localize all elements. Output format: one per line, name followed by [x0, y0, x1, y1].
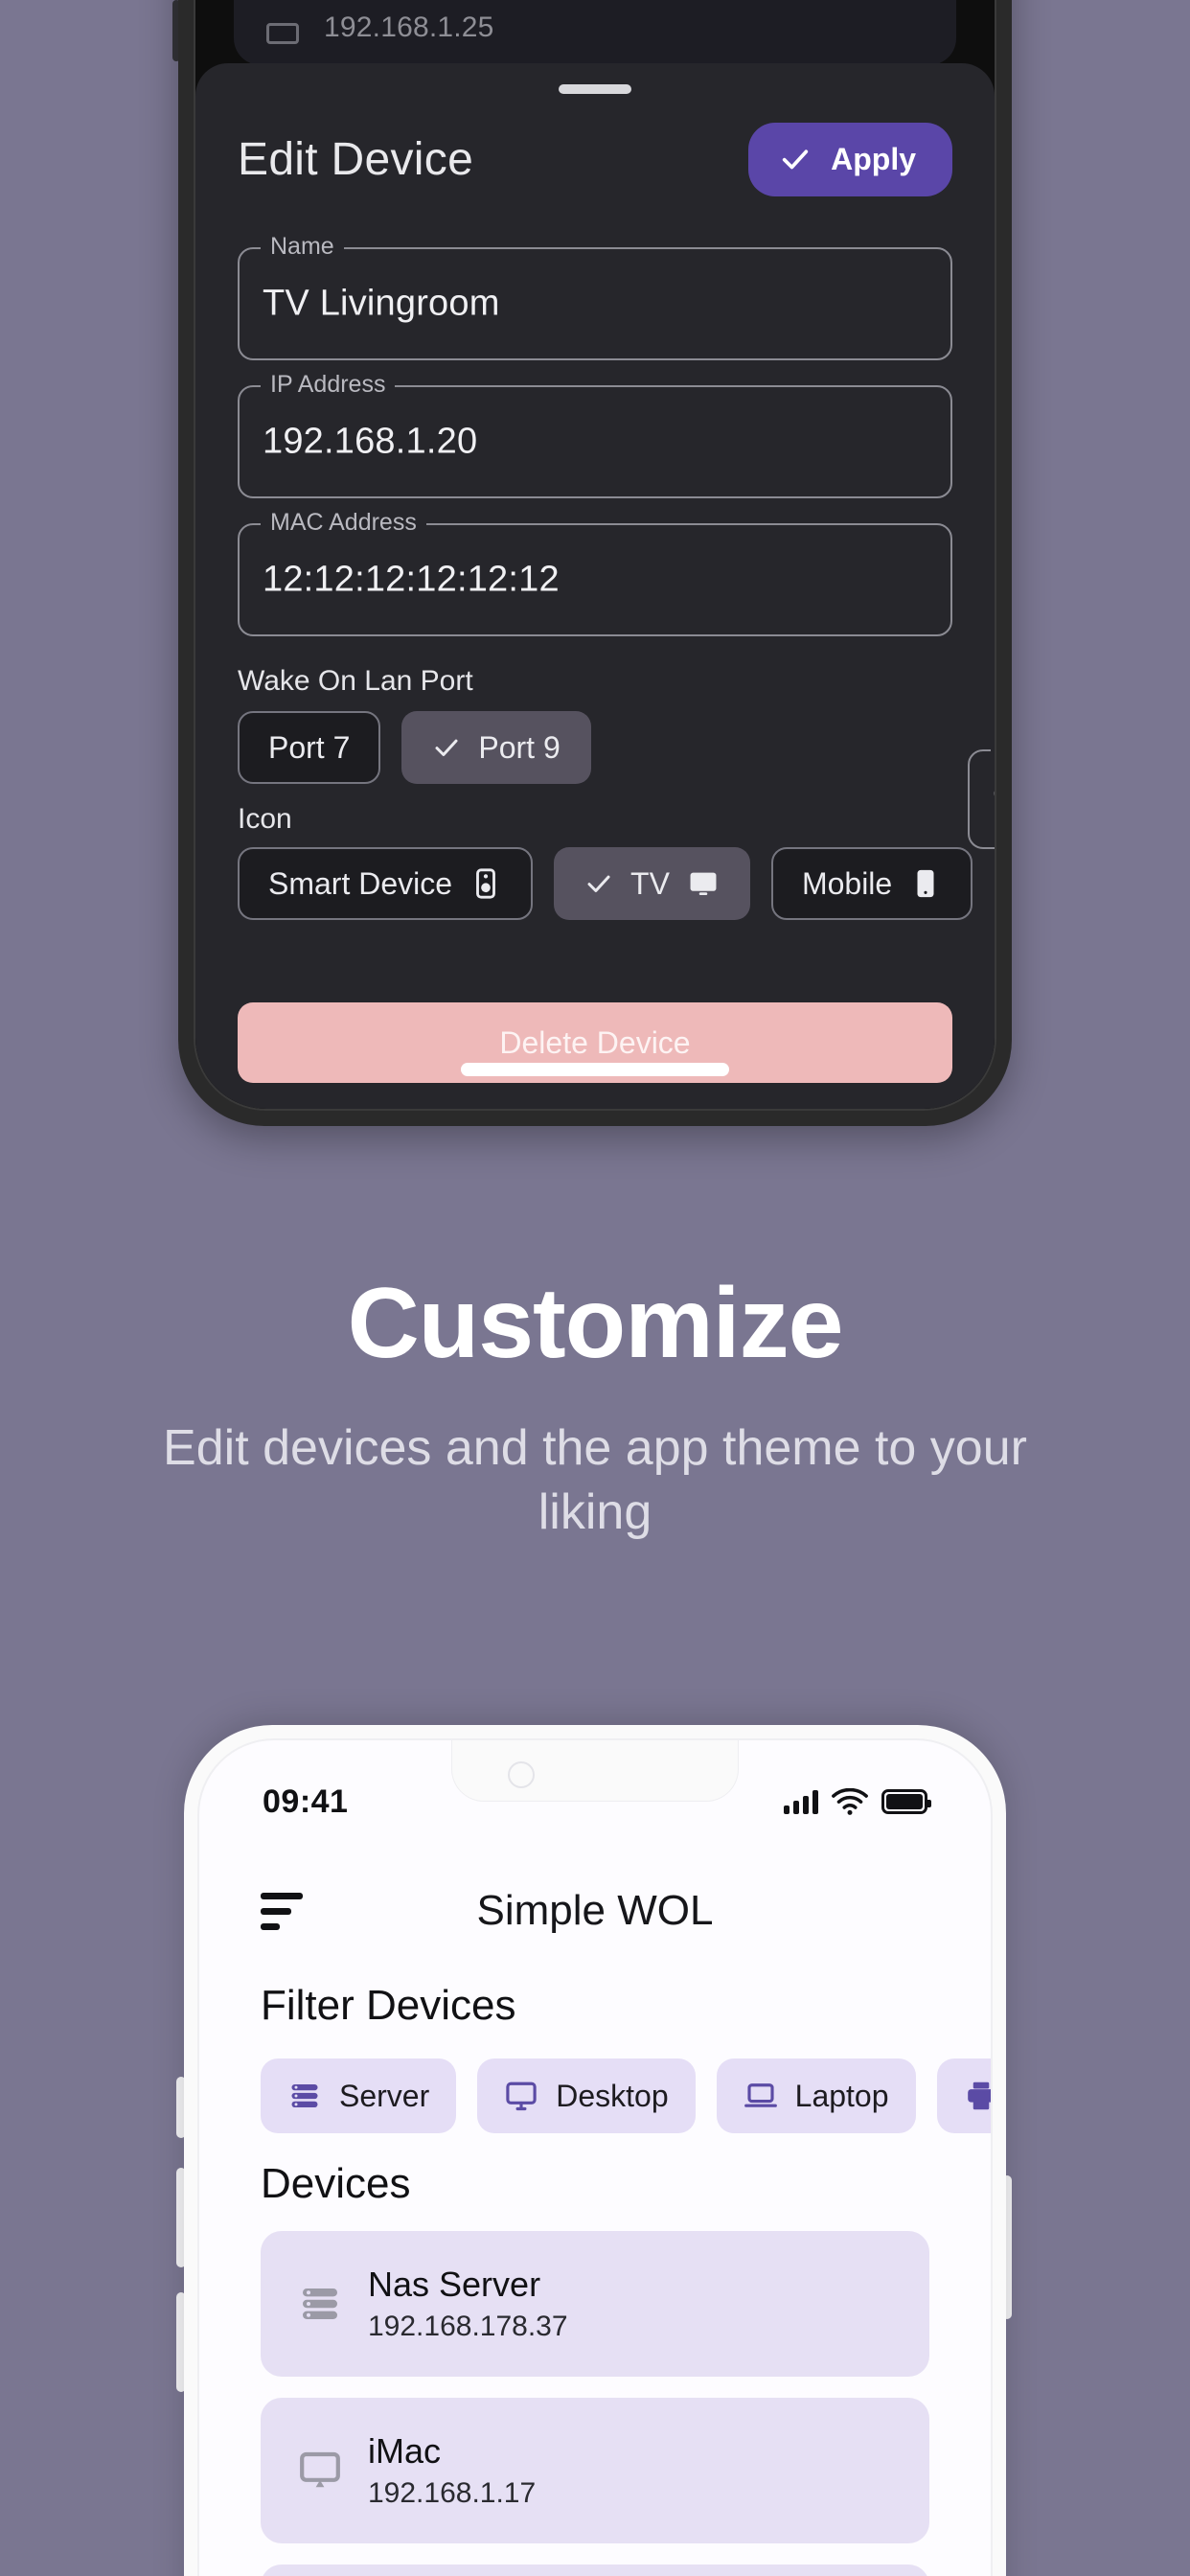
sheet-header: Edit Device Apply — [238, 113, 952, 205]
port-7-chip[interactable]: Port 7 — [238, 711, 381, 784]
wifi-icon — [832, 1788, 868, 1815]
cellular-signal-icon — [784, 1789, 818, 1814]
app-bar: Simple WOL — [199, 1867, 991, 1955]
filter-chip-laptop-label: Laptop — [794, 2078, 889, 2113]
tv-chip-label: TV — [630, 865, 670, 901]
laptop-icon — [744, 2083, 777, 2107]
edit-device-sheet: Edit Device Apply Name TV Livingroom IP … — [195, 63, 995, 1109]
check-icon — [435, 739, 458, 756]
filter-chip-server[interactable]: Server — [261, 2058, 457, 2133]
top-phone-frame: 192.168.1.25 Edit Device Apply Name TV L… — [178, 0, 1012, 1126]
mac-address-field-label: MAC Address — [261, 509, 426, 537]
server-icon — [291, 2084, 318, 2107]
port-9-chip[interactable]: Port 9 — [401, 711, 591, 784]
port-number-field-label: Port — [991, 735, 995, 763]
home-indicator[interactable] — [461, 1063, 729, 1076]
icon-section-label: Icon — [238, 803, 292, 835]
list-item[interactable]: Nas Server 192.168.178.37 — [261, 2231, 929, 2377]
sheet-drag-handle[interactable] — [559, 84, 631, 94]
app-bar-title: Simple WOL — [476, 1887, 714, 1934]
battery-full-icon — [881, 1789, 931, 1814]
filter-chip-desktop-label: Desktop — [556, 2078, 669, 2113]
port-7-chip-label: Port 7 — [268, 729, 351, 765]
monitor-icon — [266, 23, 299, 44]
filter-chip-server-label: Server — [339, 2078, 430, 2113]
check-icon — [782, 150, 809, 170]
name-field[interactable]: Name TV Livingroom — [238, 233, 952, 360]
name-field-label: Name — [261, 233, 344, 261]
bottom-phone-screen: 09:41 Simple WOL Filter Devices Server D… — [197, 1738, 993, 2576]
subheadline: Edit devices and the app theme to your l… — [163, 1420, 1027, 1540]
device-name: Nas Server — [368, 2265, 541, 2304]
status-bar: 09:41 — [199, 1775, 991, 1828]
apply-button-label: Apply — [831, 141, 916, 176]
list-item[interactable]: iMac 192.168.1.17 — [261, 2398, 929, 2543]
name-field-value: TV Livingroom — [263, 283, 500, 324]
ip-address-field-value: 192.168.1.20 — [263, 421, 478, 462]
desktop-icon — [506, 2082, 537, 2111]
filter-devices-heading: Filter Devices — [261, 1982, 516, 2029]
mobile-chip[interactable]: Mobile — [770, 847, 973, 920]
app-store-screenshot: 192.168.1.25 Edit Device Apply Name TV L… — [0, 0, 1190, 2576]
devices-heading: Devices — [261, 2160, 411, 2207]
mac-address-field[interactable]: MAC Address 12:12:12:12:12:12 — [238, 509, 952, 636]
list-item[interactable]: Fritz Repeater — [261, 2564, 929, 2576]
device-name: iMac — [368, 2431, 442, 2471]
speaker-icon — [476, 868, 495, 899]
desktop-icon — [300, 2451, 340, 2488]
device-ip: 192.168.1.17 — [368, 2477, 537, 2509]
list-item-text: Nas Server 192.168.178.37 — [368, 2265, 568, 2343]
port-number-field[interactable]: Port 9 — [968, 735, 995, 849]
port-9-chip-label: Port 9 — [478, 729, 561, 765]
device-ip: 192.168.178.37 — [368, 2311, 568, 2342]
smart-device-chip[interactable]: Smart Device — [238, 847, 534, 920]
tv-icon — [690, 872, 717, 896]
ip-address-field-label: IP Address — [261, 371, 396, 399]
port-number-field-value: 9 — [993, 779, 995, 820]
tv-chip[interactable]: TV — [554, 847, 750, 920]
headline: Customize — [347, 1268, 844, 1379]
apply-button[interactable]: Apply — [748, 122, 952, 196]
status-bar-clock: 09:41 — [263, 1782, 349, 1820]
filter-chips-row[interactable]: Server Desktop Laptop — [261, 2058, 991, 2133]
smart-device-chip-label: Smart Device — [268, 865, 453, 901]
printer-icon — [967, 2082, 991, 2110]
filter-chip-desktop[interactable]: Desktop — [477, 2058, 696, 2133]
mac-address-field-value: 12:12:12:12:12:12 — [263, 559, 560, 600]
filter-chip-laptop[interactable]: Laptop — [716, 2058, 916, 2133]
peek-device-card[interactable]: 192.168.1.25 — [234, 0, 956, 65]
ip-address-field[interactable]: IP Address 192.168.1.20 — [238, 371, 952, 498]
check-icon — [587, 875, 610, 892]
wake-on-lan-port-chips: Port 7 Port 9 — [238, 711, 591, 784]
bottom-phone-frame: 09:41 Simple WOL Filter Devices Server D… — [184, 1725, 1006, 2576]
status-bar-indicators — [784, 1788, 931, 1815]
wake-on-lan-section-label: Wake On Lan Port — [238, 665, 473, 697]
mobile-chip-label: Mobile — [801, 865, 893, 901]
icon-chips: Smart Device TV Mobile — [238, 847, 973, 920]
filter-chip-printer[interactable]: P — [936, 2058, 991, 2133]
edit-device-screen: 192.168.1.25 Edit Device Apply Name TV L… — [195, 0, 995, 1109]
peek-device-ip: 192.168.1.25 — [324, 12, 494, 43]
list-item-text: iMac 192.168.1.17 — [368, 2431, 536, 2510]
server-icon — [303, 2288, 337, 2319]
top-phone-screen: 192.168.1.25 Edit Device Apply Name TV L… — [194, 0, 996, 1111]
devices-list: Nas Server 192.168.178.37 iMac 192.168.1… — [261, 2231, 929, 2576]
sheet-title: Edit Device — [238, 133, 474, 185]
phone-icon — [917, 869, 934, 898]
